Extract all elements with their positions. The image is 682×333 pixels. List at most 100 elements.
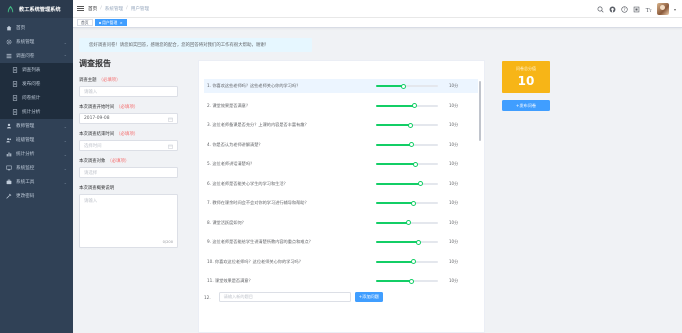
question-row: 8. 课堂活跃度如何？ 10分	[204, 216, 478, 230]
survey-scrollbar[interactable]	[479, 81, 481, 141]
breadcrumb-section[interactable]: 系统管理	[105, 6, 123, 12]
score-slider[interactable]	[376, 181, 438, 186]
field-label-text: 调查主题	[79, 78, 97, 83]
slider-thumb[interactable]	[411, 103, 417, 108]
tag-active[interactable]: 用户管理 ×	[94, 19, 127, 26]
score-slider[interactable]	[376, 239, 438, 245]
chevron-up-icon: ⌃	[63, 53, 67, 59]
slider-fill	[376, 280, 412, 282]
slider-fill	[376, 163, 416, 165]
slider-thumb[interactable]	[415, 239, 421, 245]
question-text: 4. 你是否认为老师讲解清楚？	[207, 141, 263, 147]
slider-thumb[interactable]	[410, 200, 416, 206]
sidebar-item[interactable]: 更改密码	[0, 189, 73, 203]
close-icon[interactable]: ×	[120, 21, 123, 25]
slider-thumb[interactable]	[410, 259, 416, 264]
score-slider[interactable]	[376, 161, 438, 167]
total-score-label: 问卷总分值	[516, 66, 536, 71]
score-slider[interactable]	[376, 142, 438, 147]
input-value: 2017-09-08	[84, 116, 110, 121]
slider-thumb[interactable]	[418, 181, 424, 186]
sidebar: 教工系统管理系统 首页 系统管理 ⌄ 调查问卷 ⌃ 调查列表 发布问卷 问卷统计 统计分析 教师管…	[0, 0, 73, 333]
sidebar-item-label: 统计分析	[16, 152, 35, 157]
calendar-icon	[168, 117, 173, 122]
sidebar-item-label: 教师管理	[16, 124, 35, 129]
question-score: 10分	[449, 122, 459, 127]
hamburger-icon[interactable]	[77, 5, 84, 12]
app-logo[interactable]: 教工系统管理系统	[0, 0, 73, 18]
date-input[interactable]: 选择时间	[79, 140, 178, 151]
sidebar-item[interactable]: 统计分析 ⌄	[0, 147, 73, 161]
slider-thumb[interactable]	[406, 220, 412, 225]
field-label-text: 本次调查开始时间	[79, 105, 115, 110]
slider-thumb[interactable]	[412, 161, 418, 167]
field-label: 本次调查概要说明	[79, 185, 189, 191]
fullscreen-icon[interactable]	[633, 6, 640, 13]
slider-thumb[interactable]	[407, 122, 413, 128]
select-input[interactable]: 请选择	[79, 167, 178, 178]
breadcrumb-current: 用户管理	[130, 6, 150, 12]
form-field: 调查主题 （必填项） 请输入	[79, 77, 189, 97]
sidebar-item[interactable]: 系统工具 ⌄	[0, 175, 73, 189]
slider-fill	[376, 241, 419, 243]
question-score: 10分	[449, 219, 459, 225]
date-input[interactable]: 2017-09-08	[79, 113, 178, 124]
tool-icon	[6, 179, 12, 185]
question-text: 1. 你喜欢这些老师吗？这些老师关心你的学习吗？	[207, 83, 301, 88]
github-icon[interactable]	[609, 6, 616, 13]
slider-fill	[376, 221, 409, 224]
user-avatar[interactable]	[656, 3, 669, 15]
sidebar-item-label: 首页	[16, 26, 26, 31]
total-score-card: 问卷总分值 10	[502, 61, 550, 93]
question-score: 10分	[449, 258, 459, 264]
app-name: 教工系统管理系统	[19, 6, 61, 13]
score-slider[interactable]	[376, 83, 438, 89]
score-slider[interactable]	[376, 200, 438, 206]
doc-icon	[12, 81, 18, 87]
chevron-down-icon: ⌄	[63, 179, 67, 185]
field-label: 调查主题 （必填项）	[79, 77, 189, 83]
form-field: 本次调查结束时间 （必填项） 选择时间	[79, 131, 189, 151]
chevron-down-icon: ⌄	[63, 137, 67, 143]
add-question-button[interactable]: +添加问题	[354, 292, 383, 302]
svg-text:?: ?	[623, 6, 625, 11]
slider-thumb[interactable]	[401, 83, 407, 89]
sidebar-item[interactable]: 教师管理 ⌄	[0, 119, 73, 133]
new-question-input[interactable]: 请输入新的题目	[218, 292, 351, 302]
sidebar-item[interactable]: 首页	[0, 21, 73, 35]
search-icon[interactable]	[597, 6, 604, 13]
help-icon[interactable]: ?	[621, 5, 628, 13]
question-score: 10分	[449, 161, 459, 166]
sidebar-item[interactable]: 调查问卷 ⌃	[0, 49, 73, 63]
sidebar-item[interactable]: 班级管理 ⌄	[0, 133, 73, 147]
sidebar-item[interactable]: 统计分析	[0, 105, 73, 119]
description-textarea[interactable]: 请输入 0/200	[79, 194, 178, 248]
font-size-icon[interactable]: TT	[645, 6, 652, 12]
score-slider[interactable]	[376, 278, 438, 284]
question-text: 6. 这位老师是否能关心学生的学习和生活？	[207, 180, 288, 186]
question-text: 10. 你喜欢这位老师吗？这位老师关心你的学习吗？	[207, 258, 303, 264]
sidebar-item[interactable]: 问卷统计	[0, 91, 73, 105]
text-input[interactable]: 请输入	[79, 86, 178, 97]
sidebar-item[interactable]: 发布问卷	[0, 77, 73, 91]
score-slider[interactable]	[376, 103, 438, 108]
score-slider[interactable]	[376, 220, 438, 225]
sidebar-item[interactable]: 系统管理 ⌄	[0, 35, 73, 49]
tag-item[interactable]: 首页	[77, 19, 93, 26]
slider-thumb[interactable]	[408, 278, 414, 284]
score-slider[interactable]	[376, 259, 438, 264]
required-marker: （必填项）	[107, 159, 130, 164]
avatar-caret-icon[interactable]: ▾	[674, 7, 676, 12]
sidebar-item[interactable]: 系统监控 ⌄	[0, 161, 73, 175]
question-text: 8. 课堂活跃度如何？	[207, 219, 246, 225]
question-score: 10分	[449, 102, 459, 108]
sidebar-item[interactable]: 调查列表	[0, 63, 73, 77]
publish-survey-button[interactable]: +发布问卷	[502, 100, 550, 111]
question-score: 10分	[449, 239, 459, 244]
breadcrumb-home[interactable]: 首页	[88, 6, 97, 12]
question-text: 11. 课堂效果是否满意？	[207, 278, 253, 283]
slider-thumb[interactable]	[409, 142, 415, 147]
sidebar-item-label: 调查列表	[22, 68, 41, 73]
question-score: 10分	[449, 278, 459, 283]
score-slider[interactable]	[376, 122, 438, 128]
